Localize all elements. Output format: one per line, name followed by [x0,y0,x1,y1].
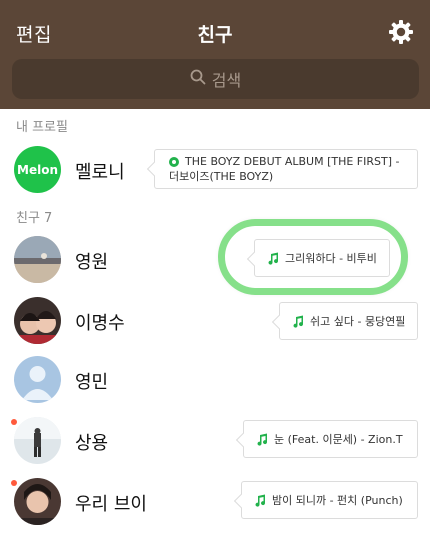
friend-name: 영민 [75,372,109,393]
my-profile-name: 멜로니 [75,162,125,183]
friend-name: 상용 [75,433,109,454]
music-note-icon [256,433,269,446]
friend-row[interactable]: 영민 [0,356,430,418]
search-icon [190,69,212,89]
friend-row[interactable]: 우리 브이 밤이 되니까 - 펀치 (Punch) [0,478,430,540]
section-label-friends: 친구 7 [16,211,53,226]
avatar[interactable] [14,417,61,464]
friend-music-status[interactable]: 눈 (Feat. 이문세) - Zion.T [243,420,418,458]
music-note-icon [254,494,267,507]
avatar[interactable] [14,236,61,283]
friend-row[interactable]: 이명수 쉬고 싶다 - 뭉당연필 [0,297,430,359]
avatar[interactable] [14,297,61,344]
page-title: 친구 [197,24,233,46]
friend-name: 영원 [75,252,109,273]
new-indicator-dot [11,480,17,486]
melon-avatar[interactable]: Melon [14,146,61,193]
top-bar: 편집 친구 검색 [0,0,430,109]
search-placeholder: 검색 [211,71,242,90]
melon-music-icon [169,157,179,167]
friend-music-status[interactable]: 밤이 되니까 - 펀치 (Punch) [241,481,418,519]
friend-name: 이명수 [75,313,125,334]
search-input[interactable]: 검색 [12,59,419,99]
friend-music-status[interactable]: 쉬고 싶다 - 뭉당연필 [279,302,418,340]
music-note-icon [267,252,280,265]
profile-music-status[interactable]: THE BOYZ DEBUT ALBUM [THE FIRST] - 더보이즈(… [154,149,418,189]
music-note-icon [292,315,305,328]
avatar[interactable] [14,478,61,525]
section-label-my-profile: 내 프로필 [16,120,68,135]
default-avatar[interactable] [14,356,61,403]
new-indicator-dot [11,419,17,425]
friend-row[interactable]: 상용 눈 (Feat. 이문세) - Zion.T [0,417,430,479]
gear-icon[interactable] [388,19,414,45]
my-profile-row[interactable]: Melon 멜로니 THE BOYZ DEBUT ALBUM [THE FIRS… [0,146,430,208]
friend-music-status[interactable]: 그리워하다 - 비투비 [254,239,390,277]
friend-name: 우리 브이 [75,494,147,515]
